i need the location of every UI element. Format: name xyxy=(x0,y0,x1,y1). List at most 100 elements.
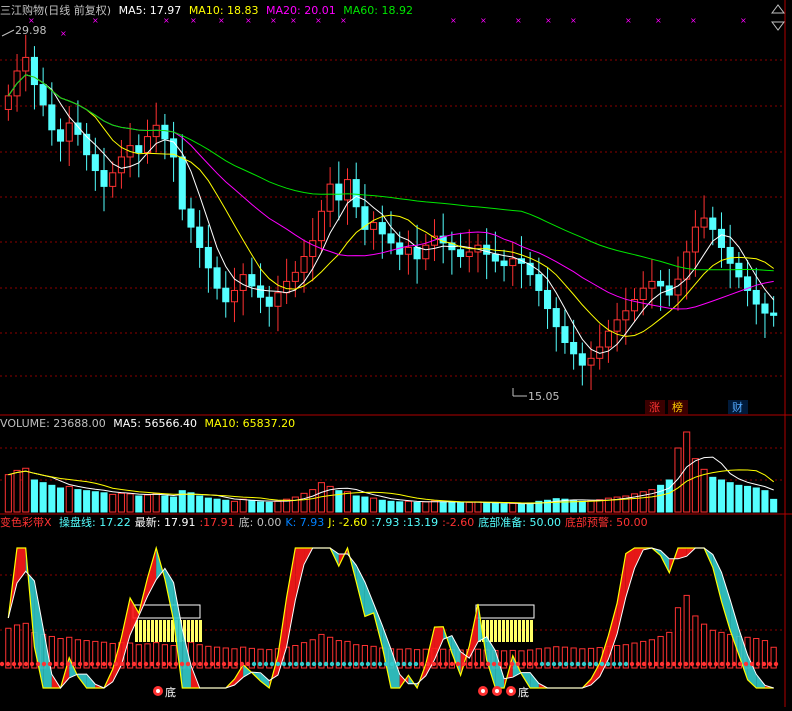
baseline-dot xyxy=(629,661,635,667)
bottom-zone-bar xyxy=(187,620,190,642)
bottom-zone-bar xyxy=(506,620,509,642)
volume-bar xyxy=(735,484,743,513)
x-signal-marker: × xyxy=(570,16,577,25)
candle-body xyxy=(152,124,160,138)
volume-bar xyxy=(300,492,308,513)
bottom-zone-bar xyxy=(139,620,142,642)
candle-body xyxy=(300,256,308,273)
baseline-dot xyxy=(659,661,665,667)
volume-bar xyxy=(396,501,404,513)
volume-bar xyxy=(752,487,760,513)
candle-body xyxy=(491,253,499,262)
volume-bar xyxy=(22,467,30,513)
volume-bar xyxy=(422,501,430,513)
candle-body xyxy=(213,267,221,289)
volume-bar xyxy=(361,496,369,513)
candle-body xyxy=(509,258,517,267)
volume-bar xyxy=(387,500,395,513)
indicator-histogram-bar xyxy=(674,607,682,669)
volume-bar xyxy=(683,431,691,513)
ma10-value: MA10: 18.83 xyxy=(188,4,259,17)
baseline-dot xyxy=(503,661,509,667)
stock-title[interactable]: 三江购物(日线 前复权) xyxy=(0,4,111,17)
volume-value: VOLUME: 23688.00 xyxy=(0,417,106,430)
volume-bar xyxy=(13,469,21,513)
x-signal-marker: × xyxy=(655,16,662,25)
baseline-dot xyxy=(449,661,455,667)
baseline-dot xyxy=(701,661,707,667)
indicator-ribbon xyxy=(0,545,779,690)
volume-bar xyxy=(152,492,160,513)
candle-body xyxy=(587,357,595,366)
candle-body xyxy=(117,156,125,174)
x-signal-marker: × xyxy=(60,29,67,38)
baseline-dot xyxy=(209,661,215,667)
ma5-value: MA5: 17.97 xyxy=(118,4,182,17)
baseline-dot xyxy=(557,661,563,667)
low-price-label: 15.05 xyxy=(528,390,560,403)
baseline-dot xyxy=(371,661,377,667)
candle-body xyxy=(56,129,65,142)
volume-ma5-value: MA5: 56566.40 xyxy=(113,417,197,430)
baseline-dot xyxy=(311,661,317,667)
volume-bar xyxy=(126,493,134,513)
bottom-zone-box xyxy=(475,604,535,619)
bottom-zone-bar xyxy=(498,620,501,642)
volume-grid xyxy=(0,447,785,481)
indicator-item-1: 最新: 17.91 xyxy=(134,516,196,529)
ribbon-segment xyxy=(295,548,305,601)
bottom-zone-bar xyxy=(199,620,202,642)
indicator-histogram-bar xyxy=(13,624,21,669)
baseline-dot xyxy=(323,661,329,667)
volume-bar xyxy=(204,497,212,513)
candle-body xyxy=(109,172,117,187)
bottom-zone-bar xyxy=(522,620,525,642)
volume-bar xyxy=(135,495,143,513)
baseline-dot xyxy=(365,661,371,667)
candle-body xyxy=(317,210,325,242)
bottom-zone-bar xyxy=(159,620,162,642)
baseline-dot xyxy=(245,661,251,667)
volume-bars xyxy=(4,431,778,513)
baseline-dot xyxy=(83,661,89,667)
volume-bar xyxy=(248,500,256,513)
candle-body xyxy=(691,226,699,253)
baseline-dot xyxy=(635,661,641,667)
bottom-zone-bar xyxy=(502,620,505,642)
baseline-dot xyxy=(167,661,173,667)
baseline-dot xyxy=(35,661,41,667)
ribbon-segment xyxy=(721,572,731,631)
collapse-up-icon[interactable] xyxy=(771,4,785,14)
indicator-item-0: 操盘线: 17.22 xyxy=(59,516,131,529)
candle-body xyxy=(387,233,395,244)
indicator-item-2: :17.91 xyxy=(199,516,235,529)
baseline-dot xyxy=(419,661,425,667)
volume-bar xyxy=(370,497,378,513)
chart-canvas[interactable]: ××× × × × × × × × × × × × × × × × × × 29.98 15.05 涨 榜 财 底 xyxy=(0,0,792,707)
baseline-dot xyxy=(767,661,773,667)
volume-bar xyxy=(100,492,108,513)
baseline-dot xyxy=(281,661,287,667)
high-price-annotation: 29.98 xyxy=(1,24,47,37)
candle-body xyxy=(65,122,73,142)
baseline-dot xyxy=(347,661,353,667)
bottom-zone-bar xyxy=(167,620,170,642)
baseline-dot xyxy=(743,661,749,667)
bottom-zone-bar xyxy=(143,620,146,642)
baseline-dot xyxy=(515,661,521,667)
candle-body xyxy=(465,251,473,258)
expand-down-icon[interactable] xyxy=(771,21,785,31)
baseline-dot xyxy=(275,661,281,667)
candle-body xyxy=(265,296,273,307)
candle-body xyxy=(578,353,586,366)
baseline-dot xyxy=(737,661,743,667)
candle-body xyxy=(187,208,195,228)
bottom-zone-bar xyxy=(514,620,517,642)
indicator-histogram-bar xyxy=(692,615,699,669)
ribbon-segment xyxy=(260,672,270,688)
volume-bar xyxy=(709,476,717,513)
candle-body xyxy=(161,124,169,140)
indicator-name[interactable]: 变色彩带X xyxy=(0,516,52,529)
baseline-dot xyxy=(101,661,107,667)
baseline-dot xyxy=(353,661,359,667)
